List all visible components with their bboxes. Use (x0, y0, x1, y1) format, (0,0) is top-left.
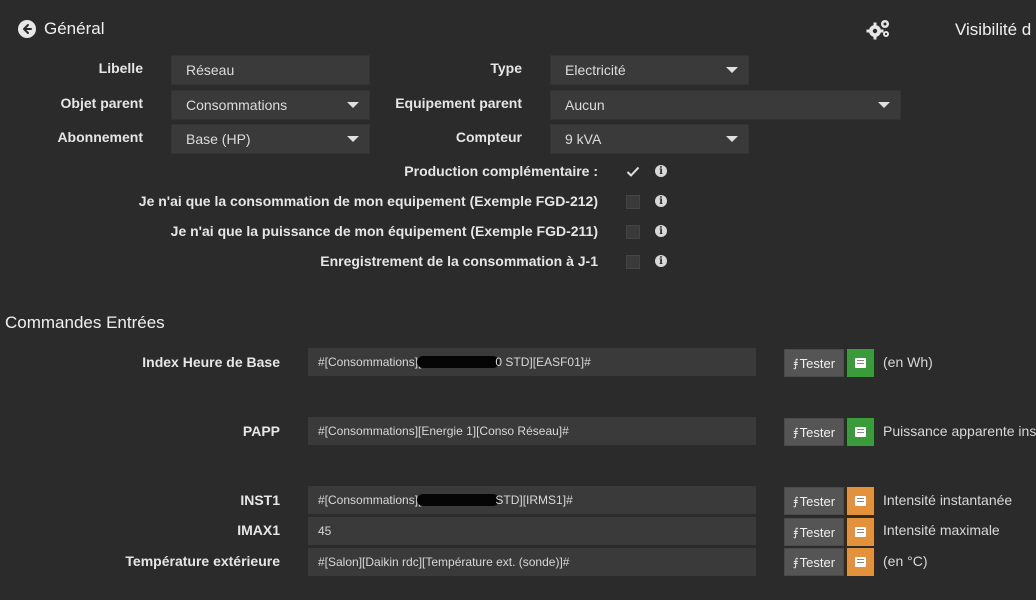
abonnement-label: Abonnement (57, 129, 143, 145)
info-icon[interactable]: i (655, 195, 667, 207)
tester-label: Tester (799, 424, 836, 440)
gears-icon[interactable] (866, 18, 892, 40)
redaction-mark (417, 356, 500, 368)
command-label: Index Heure de Base (142, 354, 280, 370)
page-title: Général (44, 19, 105, 38)
rss-icon: ⨎ (792, 526, 799, 539)
command-input[interactable]: #[Consommations][Energie 1][Conso Réseau… (308, 417, 756, 445)
command-value: #[Salon][Daikin rdc][Température ext. (s… (318, 555, 570, 569)
visibility-title: Visibilité d (955, 20, 1032, 39)
caret-down-icon (347, 102, 359, 108)
command-list-button[interactable] (847, 418, 874, 446)
command-description: Puissance apparente ins (883, 423, 1036, 439)
list-icon (855, 358, 866, 368)
compteur-select[interactable]: 9 kVA (550, 124, 749, 154)
command-input[interactable]: #[Consommations][ STD][IRMS1]# (308, 486, 756, 514)
section-title: Commandes Entrées (5, 313, 165, 332)
rss-icon: ⨎ (792, 495, 799, 508)
command-label: PAPP (242, 423, 280, 439)
tester-button[interactable]: ⨎ Tester (784, 518, 844, 546)
caret-down-icon (726, 136, 738, 142)
command-description: Intensité instantanée (883, 492, 1013, 508)
rss-icon: ⨎ (792, 426, 799, 439)
enregistrement-j1-label: Enregistrement de la consommation à J-1 (320, 253, 598, 269)
abonnement-select[interactable]: Base (HP) (171, 124, 370, 154)
command-value: 45 (318, 524, 332, 538)
objet-parent-value: Consommations (186, 97, 288, 113)
command-input[interactable]: #[Salon][Daikin rdc][Température ext. (s… (308, 548, 756, 576)
list-icon (855, 496, 866, 506)
list-icon (855, 427, 866, 437)
redaction-mark (417, 494, 500, 506)
tester-label: Tester (799, 355, 836, 371)
type-label: Type (490, 60, 522, 76)
command-list-button[interactable] (847, 518, 874, 546)
compteur-label: Compteur (455, 129, 522, 145)
command-value-suffix: STD][IRMS1]# (495, 493, 573, 507)
back-link[interactable]: Général (18, 19, 104, 39)
command-input[interactable]: 45 (308, 517, 756, 545)
tester-label: Tester (799, 524, 836, 540)
puissance-equipement-label: Je n'ai que la puissance de mon équipeme… (170, 223, 598, 239)
tester-button[interactable]: ⨎ Tester (784, 487, 844, 515)
tester-label: Tester (799, 493, 836, 509)
command-label: IMAX1 (237, 522, 280, 538)
command-label: INST1 (240, 492, 280, 508)
equipement-parent-value: Aucun (565, 97, 605, 113)
tester-button[interactable]: ⨎ Tester (784, 349, 844, 377)
abonnement-value: Base (HP) (186, 131, 251, 147)
conso-equipement-checkbox[interactable] (626, 195, 640, 209)
info-icon[interactable]: i (655, 165, 667, 177)
caret-down-icon (726, 67, 738, 73)
production-complementaire-label: Production complémentaire : (404, 163, 598, 179)
info-icon[interactable]: i (655, 255, 667, 267)
type-value: Electricité (565, 62, 626, 78)
command-list-button[interactable] (847, 548, 874, 576)
info-icon[interactable]: i (655, 225, 667, 237)
command-list-button[interactable] (847, 487, 874, 515)
equipement-parent-label: Equipement parent (395, 95, 522, 111)
tester-button[interactable]: ⨎ Tester (784, 418, 844, 446)
command-value-prefix: #[Consommations][ (318, 493, 422, 507)
libelle-label: Libelle (98, 60, 143, 76)
equipement-parent-select[interactable]: Aucun (550, 90, 901, 120)
list-icon (855, 527, 866, 537)
objet-parent-select[interactable]: Consommations (171, 90, 370, 120)
puissance-equipement-checkbox[interactable] (626, 225, 640, 239)
list-icon (855, 557, 866, 567)
tester-label: Tester (799, 554, 836, 570)
command-list-button[interactable] (847, 349, 874, 377)
tester-button[interactable]: ⨎ Tester (784, 548, 844, 576)
libelle-value: Réseau (186, 62, 235, 78)
command-value-prefix: #[Consommations][ (318, 355, 422, 369)
check-icon (626, 166, 640, 177)
command-input[interactable]: #[Consommations][ 0 STD][EASF01]# (308, 348, 756, 376)
caret-down-icon (878, 102, 890, 108)
rss-icon: ⨎ (792, 357, 799, 370)
rss-icon: ⨎ (792, 556, 799, 569)
command-value-suffix: 0 STD][EASF01]# (495, 355, 591, 369)
enregistrement-j1-checkbox[interactable] (626, 255, 640, 269)
type-select[interactable]: Electricité (550, 55, 749, 85)
objet-parent-label: Objet parent (60, 95, 143, 111)
production-complementaire-checkbox[interactable] (626, 165, 640, 179)
caret-down-icon (347, 136, 359, 142)
command-description: Intensité maximale (883, 522, 1000, 538)
command-label: Température extérieure (125, 553, 280, 569)
compteur-value: 9 kVA (565, 131, 602, 147)
command-description: (en °C) (883, 553, 928, 569)
command-value: #[Consommations][Energie 1][Conso Réseau… (318, 424, 569, 438)
command-description: (en Wh) (883, 354, 933, 370)
libelle-input[interactable]: Réseau (171, 55, 370, 85)
conso-equipement-label: Je n'ai que la consommation de mon equip… (138, 193, 598, 209)
arrow-left-icon (18, 20, 36, 38)
